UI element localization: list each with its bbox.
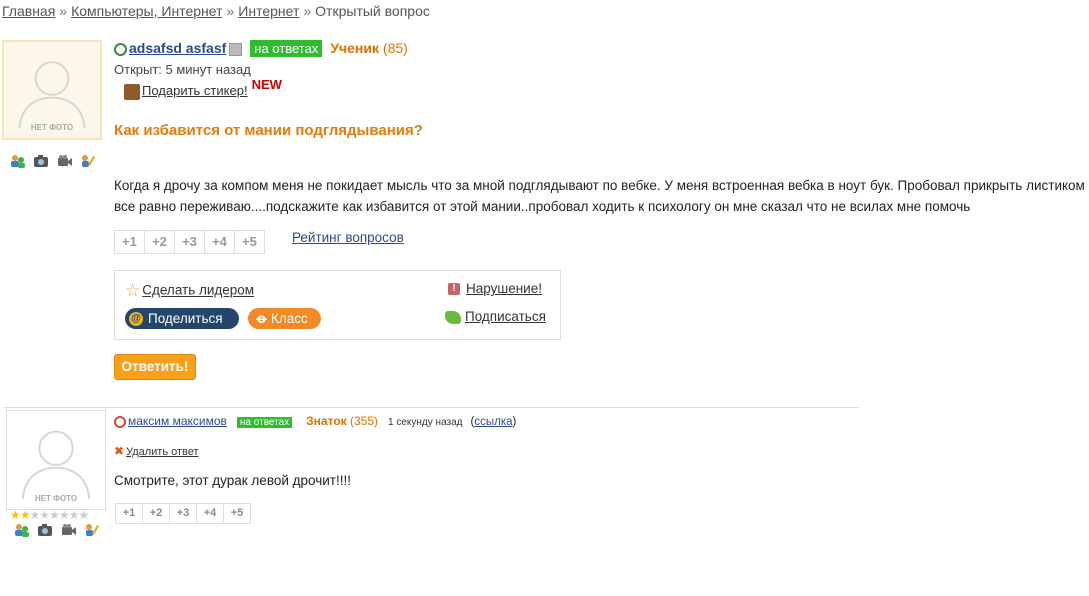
status-badge: на ответах xyxy=(250,40,323,57)
star-icon: ☆ xyxy=(125,281,141,300)
gift-sticker: Подарить стикер! NEW xyxy=(124,77,282,100)
answer-author-name[interactable]: максим максимов xyxy=(128,414,227,428)
breadcrumb-link-home[interactable]: Главная xyxy=(2,3,55,19)
rate-plus-1-button[interactable]: +1 xyxy=(115,503,143,524)
question-opened-time: Открыт: 5 минут назад xyxy=(114,62,251,77)
answer-rating-buttons: +1 +2 +3 +4 +5 xyxy=(115,503,251,524)
rate-plus-4-button[interactable]: +4 xyxy=(196,503,224,524)
breadcrumb-link-computers[interactable]: Компьютеры, Интернет xyxy=(71,3,222,19)
status-badge: на ответах xyxy=(236,417,293,428)
answer-body: Смотрите, этот дурак левой дрочит!!!! xyxy=(114,473,351,488)
star-filled-icon: ★ xyxy=(19,508,31,522)
author-rank: Знаток xyxy=(306,414,347,428)
rate-plus-1-button[interactable]: +1 xyxy=(114,230,145,254)
question-header: adsafsd asfasf на ответах Ученик (85) xyxy=(114,40,408,57)
question-title: Как избавится от мании подглядывания? xyxy=(114,122,423,139)
subscribe-link[interactable]: Подписаться xyxy=(465,309,546,324)
question-body: Когда я дрочу за компом меня не покидает… xyxy=(114,178,1085,214)
blog-icon[interactable] xyxy=(80,154,96,168)
breadcrumb-link-internet[interactable]: Интернет xyxy=(238,3,299,19)
avatar-caption: НЕТ ФОТО xyxy=(34,494,78,503)
photo-icon[interactable] xyxy=(37,523,53,537)
delete-answer-link[interactable]: Удалить ответ xyxy=(126,446,198,458)
video-icon[interactable] xyxy=(57,154,73,168)
rate-plus-3-button[interactable]: +3 xyxy=(169,503,197,524)
rate-plus-5-button[interactable]: +5 xyxy=(234,230,265,254)
questions-rating-link[interactable]: Рейтинг вопросов xyxy=(292,230,404,245)
answer-button[interactable]: Ответить! xyxy=(114,354,196,380)
rate-plus-2-button[interactable]: +2 xyxy=(142,503,170,524)
violation-action[interactable]: ! Нарушение! xyxy=(448,281,542,296)
question-rating-buttons: +1 +2 +3 +4 +5 xyxy=(114,230,265,254)
mail-at-icon: @ xyxy=(129,312,143,327)
author-rank: Ученик xyxy=(330,40,380,56)
answer-divider xyxy=(4,407,859,408)
subscribe-icon xyxy=(445,310,461,324)
breadcrumb-separator: » xyxy=(303,3,312,19)
blog-icon[interactable] xyxy=(84,523,100,537)
star-empty-icon: ★ xyxy=(49,508,60,522)
make-leader-link[interactable]: Сделать лидером xyxy=(142,283,254,298)
friends-icon[interactable] xyxy=(10,154,26,168)
klass-button-label: Класс xyxy=(271,311,308,326)
delete-icon: ✖ xyxy=(114,444,125,458)
question-author-name[interactable]: adsafsd asfasf xyxy=(129,40,226,56)
photo-icon[interactable] xyxy=(33,154,49,168)
answer-author-avatar[interactable]: НЕТ ФОТО xyxy=(6,410,106,510)
breadcrumb: Главная» Компьютеры, Интернет» Интернет» От… xyxy=(2,3,430,19)
rate-plus-5-button[interactable]: +5 xyxy=(223,503,251,524)
odnoklassniki-icon: ꝋ xyxy=(256,311,267,326)
star-empty-icon: ★ xyxy=(29,508,41,522)
subscribe-action[interactable]: Подписаться xyxy=(445,309,546,324)
gift-icon xyxy=(124,83,140,100)
share-button-label: Поделиться xyxy=(148,311,223,326)
question-author-icons xyxy=(10,153,100,168)
avatar-caption: НЕТ ФОТО xyxy=(30,123,74,132)
answer-time-ago: 1 секунду назад xyxy=(388,417,463,428)
gift-sticker-link[interactable]: Подарить стикер! xyxy=(142,83,248,98)
author-menu-dropdown-icon[interactable] xyxy=(229,42,243,56)
new-badge: NEW xyxy=(251,77,282,92)
question-actions-panel: ☆ Сделать лидером ! Нарушение! Подписаться… xyxy=(114,270,561,340)
breadcrumb-current: Открытый вопрос xyxy=(315,3,430,19)
star-empty-icon: ★ xyxy=(68,508,80,522)
mail-agent-icon xyxy=(114,415,126,428)
friends-icon[interactable] xyxy=(14,523,30,537)
answer-author-stars: ★★★★★★★★ xyxy=(10,508,89,522)
rate-plus-3-button[interactable]: +3 xyxy=(174,230,205,254)
author-points: (85) xyxy=(382,40,408,56)
make-leader-action[interactable]: ☆ Сделать лидером xyxy=(125,281,254,301)
answer-permalink-link[interactable]: ссылка xyxy=(474,416,512,428)
star-filled-icon: ★ xyxy=(10,508,21,522)
star-empty-icon: ★ xyxy=(39,508,50,522)
answer-permalink: (ссылка) xyxy=(470,416,517,428)
star-empty-icon: ★ xyxy=(78,508,89,522)
question-author-avatar[interactable]: НЕТ ФОТО xyxy=(2,40,102,140)
mail-agent-icon xyxy=(114,42,127,56)
rate-plus-4-button[interactable]: +4 xyxy=(204,230,235,254)
author-points: (355) xyxy=(350,414,379,428)
rate-plus-2-button[interactable]: +2 xyxy=(144,230,175,254)
answer-author-icons xyxy=(14,522,104,537)
star-empty-icon: ★ xyxy=(58,508,70,522)
video-icon[interactable] xyxy=(61,523,77,537)
violation-link[interactable]: Нарушение! xyxy=(466,281,542,296)
delete-answer: ✖ Удалить ответ xyxy=(114,444,199,458)
share-button[interactable]: @ Поделиться xyxy=(125,308,239,329)
breadcrumb-separator: » xyxy=(59,3,68,19)
answer-header: максим максимов на ответах Знаток (355) 1 с… xyxy=(114,414,516,428)
klass-button[interactable]: ꝋ Класс xyxy=(248,308,321,329)
breadcrumb-separator: » xyxy=(226,3,235,19)
warning-icon: ! xyxy=(448,283,460,296)
